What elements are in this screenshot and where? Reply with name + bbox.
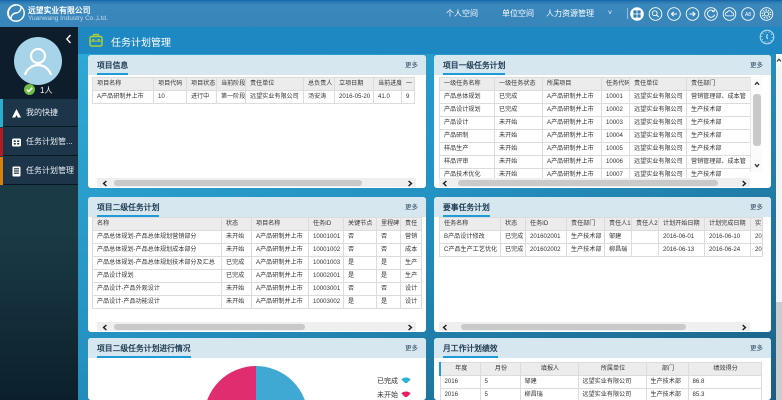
svg-text:A8: A8 [745,12,751,18]
